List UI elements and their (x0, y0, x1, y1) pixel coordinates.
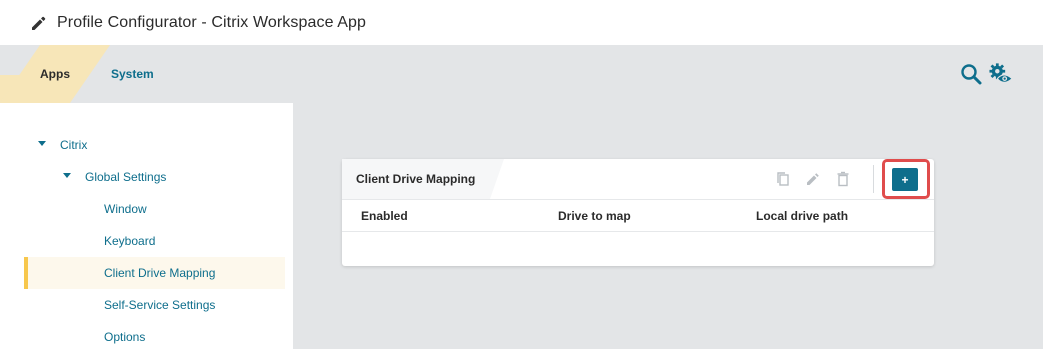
main-content: Client Drive Mapping + Enabled Drive to … (293, 103, 1043, 349)
tab-system[interactable]: System (111, 45, 154, 103)
column-local-drive-path[interactable]: Local drive path (756, 200, 848, 232)
copy-icon[interactable] (774, 170, 792, 188)
search-icon[interactable] (959, 62, 983, 86)
tree-item-window[interactable]: Window (104, 193, 147, 225)
tree-item-global-settings[interactable]: Global Settings (63, 161, 166, 193)
caret-down-icon[interactable] (63, 173, 71, 179)
caret-down-icon[interactable] (38, 141, 46, 147)
panel-title: Client Drive Mapping (356, 172, 476, 186)
column-drive-to-map[interactable]: Drive to map (558, 200, 631, 232)
tab-bar: Apps System (0, 45, 1043, 103)
page-title: Profile Configurator - Citrix Workspace … (57, 13, 367, 31)
tab-apps[interactable]: Apps (40, 45, 70, 103)
tree-item-self-service-settings[interactable]: Self-Service Settings (104, 289, 215, 321)
tree-item-client-drive-mapping[interactable]: Client Drive Mapping (104, 257, 215, 289)
column-enabled[interactable]: Enabled (361, 200, 408, 232)
edit-icon[interactable] (804, 170, 822, 188)
tree-item-keyboard[interactable]: Keyboard (104, 225, 155, 257)
panel-header: Client Drive Mapping + (342, 159, 934, 199)
tree-item-label: Citrix (60, 138, 88, 152)
toolbar-separator (873, 165, 874, 193)
title-bar: Profile Configurator - Citrix Workspace … (0, 0, 1043, 45)
client-drive-mapping-panel: Client Drive Mapping + Enabled Drive to … (342, 159, 934, 266)
delete-icon[interactable] (834, 170, 852, 188)
pencil-icon (30, 14, 48, 32)
settings-eye-icon[interactable] (989, 62, 1013, 86)
sidebar-tree: Citrix Global Settings Window Keyboard C… (0, 103, 293, 349)
tree-item-citrix[interactable]: Citrix (38, 129, 87, 161)
table-header: Enabled Drive to map Local drive path (342, 199, 934, 232)
add-button[interactable]: + (892, 168, 918, 191)
tree-item-label: Global Settings (85, 170, 167, 184)
tree-item-options[interactable]: Options (104, 321, 145, 353)
